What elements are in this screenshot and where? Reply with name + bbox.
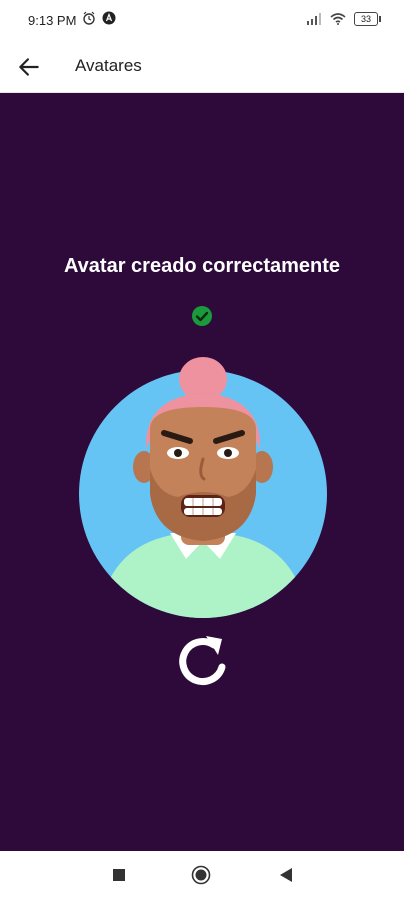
- battery-level: 33: [360, 14, 371, 24]
- back-triangle-icon[interactable]: [279, 867, 293, 883]
- status-bar: 9:13 PM 33: [0, 0, 404, 42]
- wifi-icon: [330, 13, 346, 25]
- status-right-icons: 33: [306, 12, 381, 26]
- signal-icon: [307, 13, 321, 25]
- battery-icon: 33: [354, 12, 381, 26]
- success-message: Avatar creado correctamente: [63, 255, 341, 277]
- avatar-result-panel: Avatar creado correctamente: [0, 93, 404, 851]
- app-notification-icon: [102, 11, 116, 25]
- home-icon[interactable]: [191, 865, 211, 885]
- status-time: 9:13 PM: [28, 13, 77, 28]
- app-bar: Avatares: [0, 42, 404, 93]
- refresh-icon[interactable]: [170, 629, 236, 695]
- avatar-illustration: [79, 357, 327, 618]
- page-title: Avatares: [75, 56, 142, 75]
- alarm-icon: [83, 11, 95, 25]
- system-nav-bar: [0, 851, 404, 900]
- status-left-icons: [82, 11, 116, 25]
- recent-apps-icon[interactable]: [113, 869, 125, 881]
- arrow-left-icon[interactable]: [16, 54, 42, 80]
